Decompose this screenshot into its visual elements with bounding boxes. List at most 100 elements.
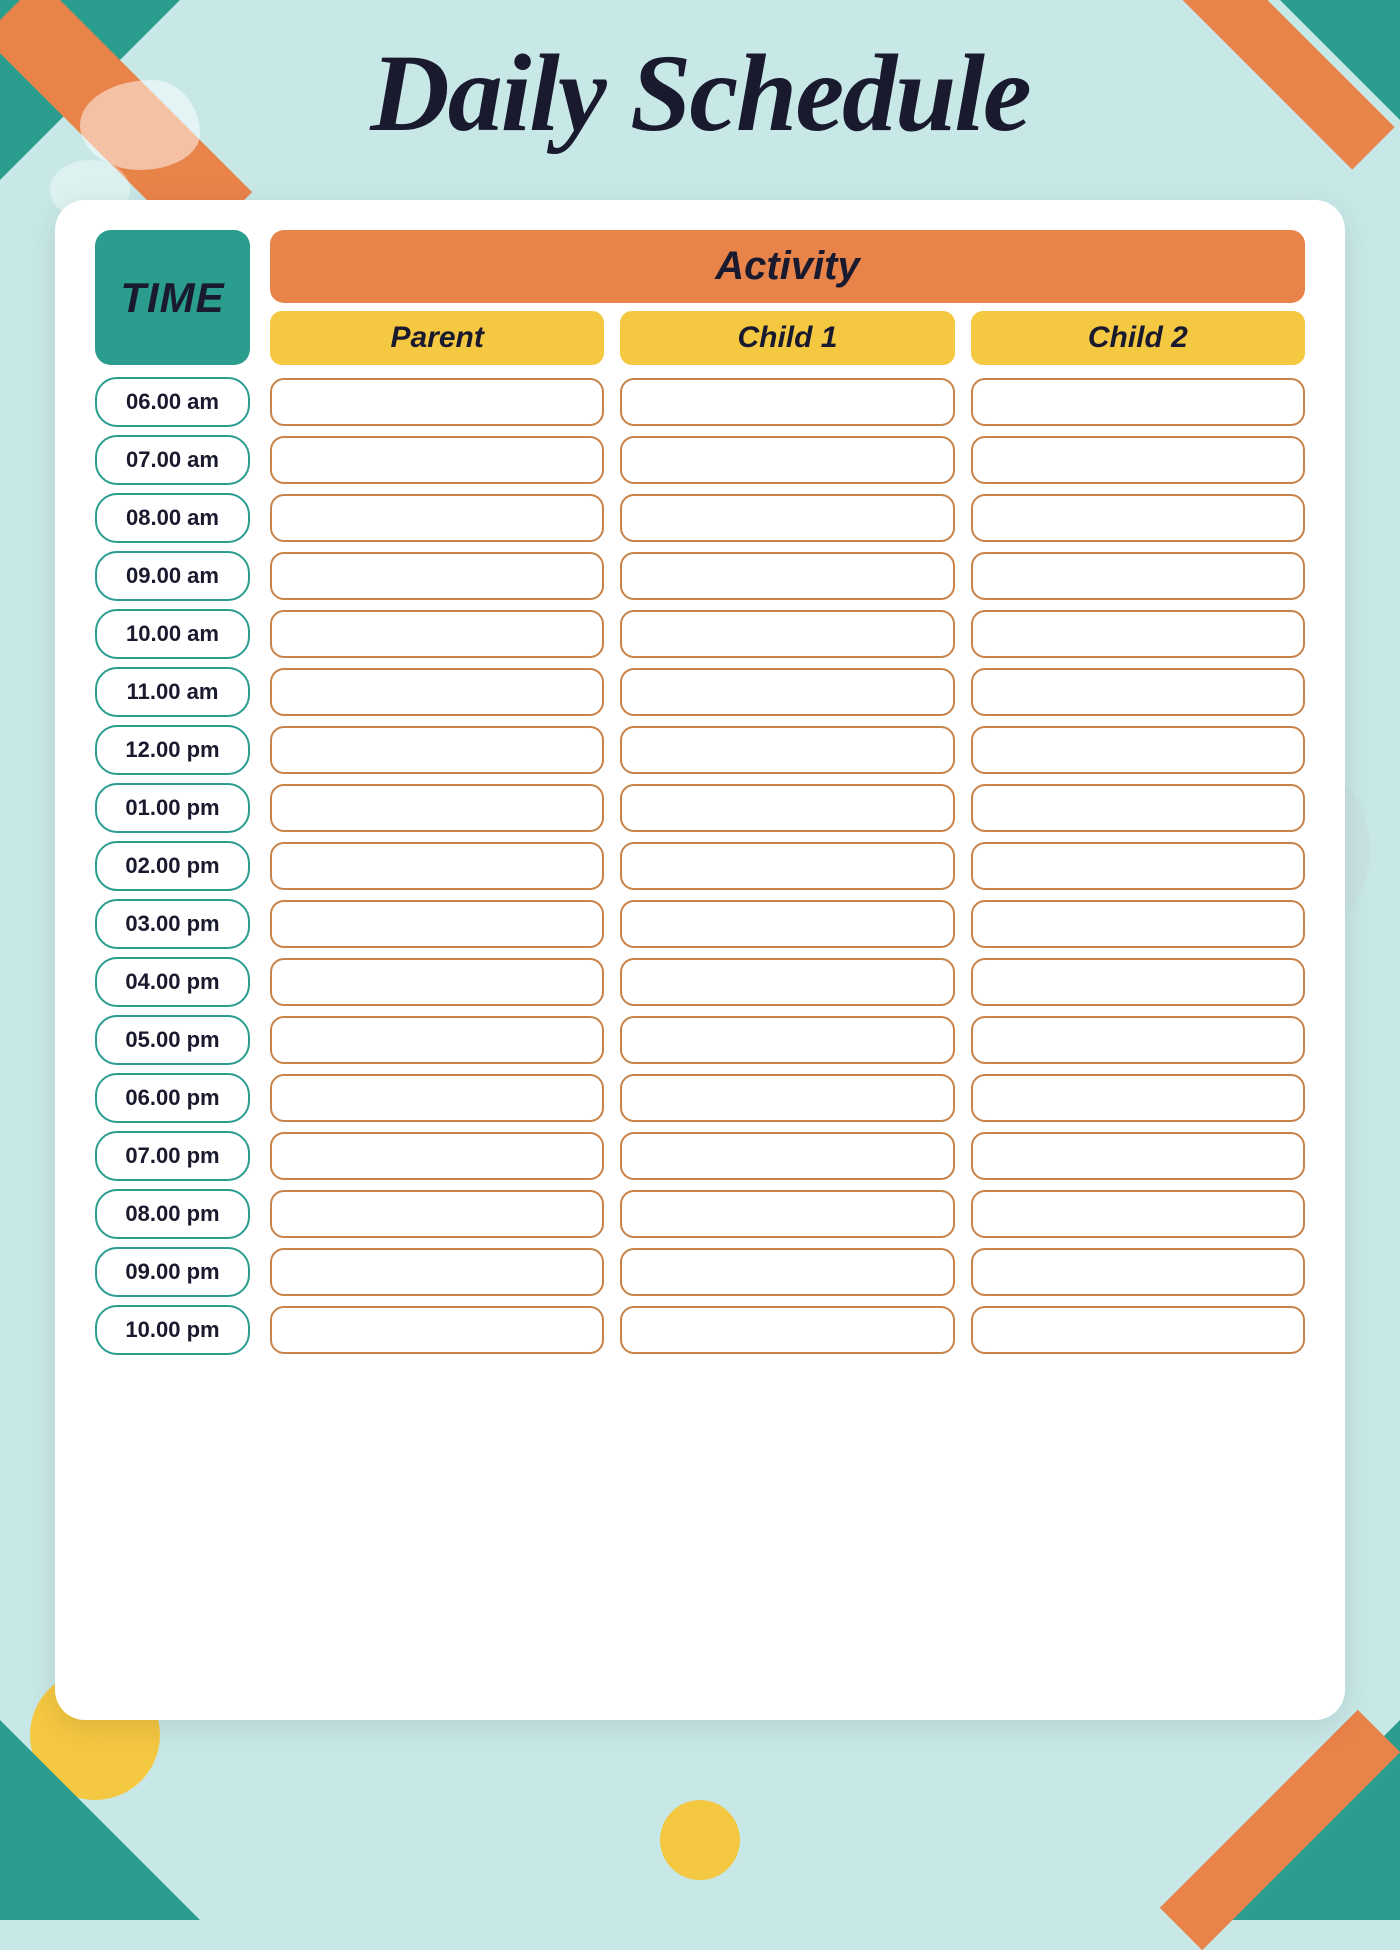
child2-cell[interactable]	[971, 1074, 1305, 1122]
activity-cells	[270, 1074, 1305, 1122]
child1-cell[interactable]	[620, 610, 954, 658]
parent-cell[interactable]	[270, 1306, 604, 1354]
time-slot-label: 01.00 pm	[95, 783, 250, 833]
time-slot-label: 08.00 pm	[95, 1189, 250, 1239]
activity-cells	[270, 726, 1305, 774]
child2-cell[interactable]	[971, 552, 1305, 600]
child2-cell[interactable]	[971, 1016, 1305, 1064]
activity-cells	[270, 900, 1305, 948]
sub-header-child1-label: Child 1	[737, 321, 837, 354]
time-slot-label: 11.00 am	[95, 667, 250, 717]
child1-cell[interactable]	[620, 1190, 954, 1238]
child1-cell[interactable]	[620, 1132, 954, 1180]
time-slot-label: 10.00 am	[95, 609, 250, 659]
parent-cell[interactable]	[270, 900, 604, 948]
activity-cells	[270, 1190, 1305, 1238]
parent-cell[interactable]	[270, 1132, 604, 1180]
parent-cell[interactable]	[270, 784, 604, 832]
schedule-row: 10.00 am	[95, 609, 1305, 659]
parent-cell[interactable]	[270, 842, 604, 890]
child2-cell[interactable]	[971, 378, 1305, 426]
child2-cell[interactable]	[971, 610, 1305, 658]
time-slot-label: 06.00 am	[95, 377, 250, 427]
child1-cell[interactable]	[620, 726, 954, 774]
schedule-rows: 06.00 am 07.00 am 08.00 am 09.00 am 10.00 am…	[95, 377, 1305, 1355]
child1-cell[interactable]	[620, 378, 954, 426]
child1-cell[interactable]	[620, 436, 954, 484]
activity-cells	[270, 436, 1305, 484]
activity-label: Activity	[715, 244, 860, 288]
child1-cell[interactable]	[620, 552, 954, 600]
sub-header-child2: Child 2	[971, 311, 1305, 365]
child1-cell[interactable]	[620, 1248, 954, 1296]
activity-cells	[270, 1132, 1305, 1180]
activity-cells	[270, 552, 1305, 600]
parent-cell[interactable]	[270, 436, 604, 484]
time-slot-label: 08.00 am	[95, 493, 250, 543]
activity-cells	[270, 784, 1305, 832]
schedule-row: 06.00 am	[95, 377, 1305, 427]
child2-cell[interactable]	[971, 726, 1305, 774]
child1-cell[interactable]	[620, 1306, 954, 1354]
parent-cell[interactable]	[270, 1016, 604, 1064]
parent-cell[interactable]	[270, 958, 604, 1006]
child1-cell[interactable]	[620, 784, 954, 832]
activity-cells	[270, 1016, 1305, 1064]
activity-cells	[270, 610, 1305, 658]
parent-cell[interactable]	[270, 610, 604, 658]
parent-cell[interactable]	[270, 552, 604, 600]
parent-cell[interactable]	[270, 378, 604, 426]
child2-cell[interactable]	[971, 668, 1305, 716]
sub-headers: Parent Child 1 Child 2	[270, 311, 1305, 365]
time-header-box: TIME	[95, 230, 250, 365]
child2-cell[interactable]	[971, 436, 1305, 484]
time-slot-label: 12.00 pm	[95, 725, 250, 775]
activity-cells	[270, 958, 1305, 1006]
activity-cells	[270, 378, 1305, 426]
child2-cell[interactable]	[971, 900, 1305, 948]
parent-cell[interactable]	[270, 726, 604, 774]
time-slot-label: 03.00 pm	[95, 899, 250, 949]
child1-cell[interactable]	[620, 494, 954, 542]
parent-cell[interactable]	[270, 1248, 604, 1296]
schedule-row: 07.00 pm	[95, 1131, 1305, 1181]
parent-cell[interactable]	[270, 1190, 604, 1238]
schedule-row: 09.00 pm	[95, 1247, 1305, 1297]
time-slot-label: 07.00 am	[95, 435, 250, 485]
child2-cell[interactable]	[971, 1306, 1305, 1354]
deco-br-orange	[1160, 1710, 1400, 1950]
parent-cell[interactable]	[270, 1074, 604, 1122]
schedule-row: 07.00 am	[95, 435, 1305, 485]
deco-br-teal	[1200, 1720, 1400, 1920]
activity-cells	[270, 1306, 1305, 1354]
sub-header-child1: Child 1	[620, 311, 954, 365]
schedule-row: 01.00 pm	[95, 783, 1305, 833]
child1-cell[interactable]	[620, 668, 954, 716]
child2-cell[interactable]	[971, 494, 1305, 542]
schedule-row: 03.00 pm	[95, 899, 1305, 949]
child1-cell[interactable]	[620, 900, 954, 948]
child2-cell[interactable]	[971, 784, 1305, 832]
activity-cells	[270, 668, 1305, 716]
schedule-row: 08.00 pm	[95, 1189, 1305, 1239]
sub-header-child2-label: Child 2	[1088, 321, 1188, 354]
child1-cell[interactable]	[620, 842, 954, 890]
parent-cell[interactable]	[270, 494, 604, 542]
time-slot-label: 06.00 pm	[95, 1073, 250, 1123]
sub-header-parent-label: Parent	[390, 321, 483, 354]
child2-cell[interactable]	[971, 1190, 1305, 1238]
child2-cell[interactable]	[971, 1132, 1305, 1180]
time-slot-label: 09.00 am	[95, 551, 250, 601]
schedule-row: 08.00 am	[95, 493, 1305, 543]
child1-cell[interactable]	[620, 1016, 954, 1064]
child2-cell[interactable]	[971, 842, 1305, 890]
child1-cell[interactable]	[620, 958, 954, 1006]
child2-cell[interactable]	[971, 958, 1305, 1006]
activity-header: Activity	[270, 230, 1305, 303]
deco-bl-teal	[0, 1720, 200, 1920]
activity-section: Activity Parent Child 1 Child 2	[270, 230, 1305, 365]
child1-cell[interactable]	[620, 1074, 954, 1122]
time-slot-label: 02.00 pm	[95, 841, 250, 891]
parent-cell[interactable]	[270, 668, 604, 716]
child2-cell[interactable]	[971, 1248, 1305, 1296]
